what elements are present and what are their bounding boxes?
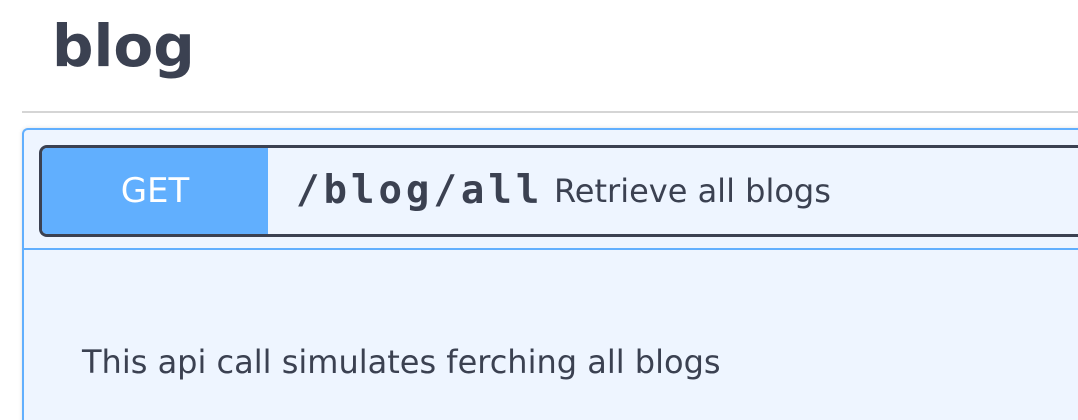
operation-description: This api call simulates ferching all blo… <box>82 343 721 381</box>
tag-section-title[interactable]: blog <box>52 6 195 86</box>
operation-block-get: GET /blog/all Retrieve all blogs This ap… <box>22 128 1078 420</box>
swagger-page: blog GET /blog/all Retrieve all blogs Th… <box>0 0 1078 420</box>
http-method-badge: GET <box>42 148 268 234</box>
tag-divider <box>22 111 1078 113</box>
operation-details-panel: This api call simulates ferching all blo… <box>24 248 1078 420</box>
operation-summary-toggle[interactable]: GET /blog/all Retrieve all blogs <box>39 145 1078 237</box>
endpoint-path: /blog/all <box>296 168 544 213</box>
operation-summary: Retrieve all blogs <box>554 172 831 210</box>
